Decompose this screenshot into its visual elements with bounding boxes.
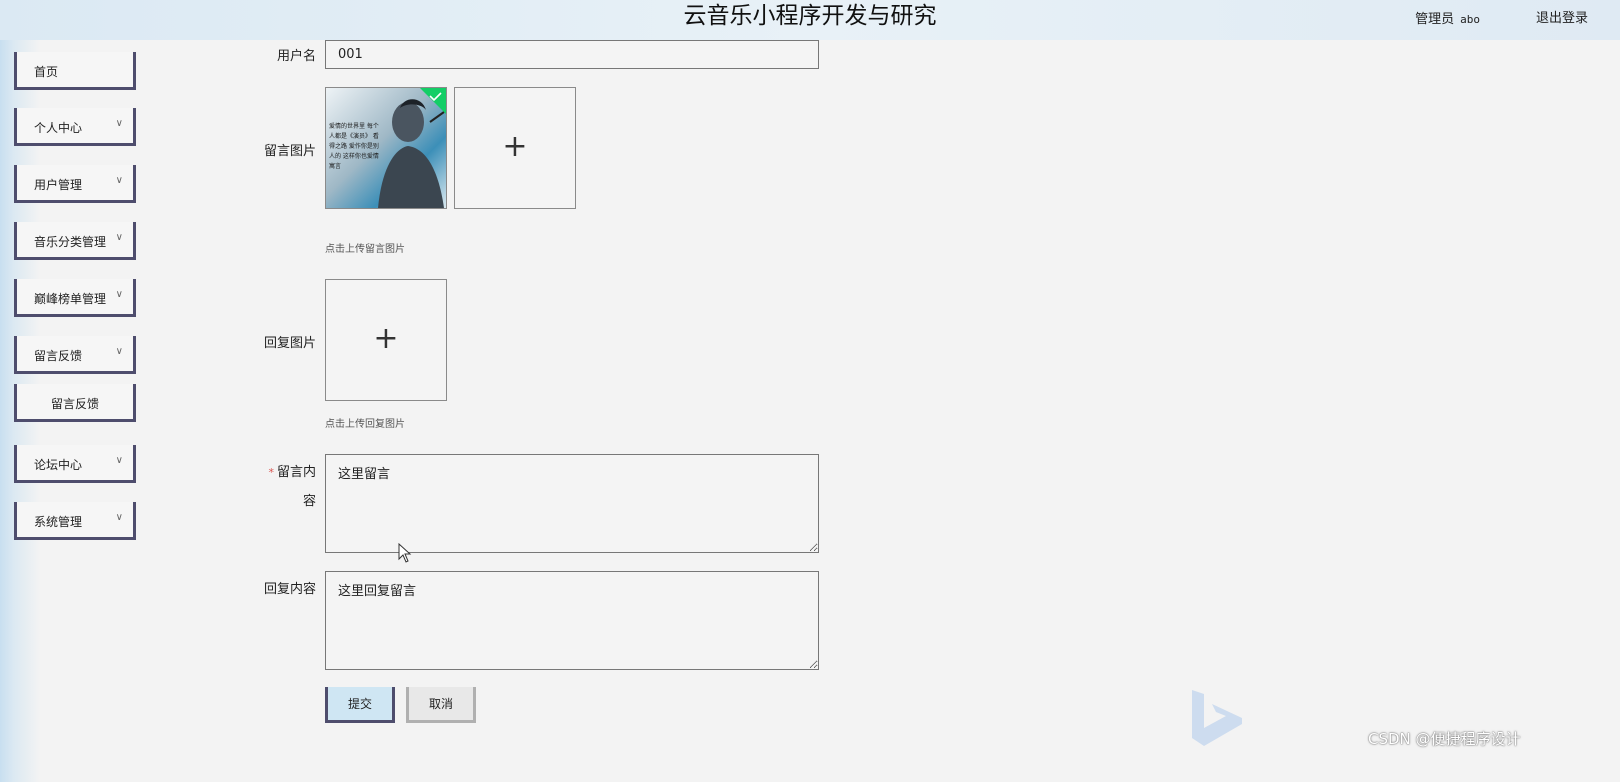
plus-icon: + bbox=[502, 129, 528, 164]
feedback-form: 用户名 留言图片 bbox=[240, 40, 1560, 782]
user-info: 管理员 abo bbox=[1415, 8, 1480, 27]
sidebar-item-label: 论坛中心 bbox=[34, 458, 83, 472]
sidebar-item-label: 首页 bbox=[34, 65, 59, 79]
sidebar-item-label: 留言反馈 bbox=[50, 397, 99, 411]
message-content-textarea[interactable]: 这里留言 bbox=[325, 454, 819, 553]
reply-image-upload-button[interactable]: + bbox=[325, 279, 447, 401]
plus-icon: + bbox=[373, 321, 399, 356]
reply-content-label: 回复内容 bbox=[263, 582, 316, 597]
sidebar-item-forum[interactable]: 论坛中心 ∨ bbox=[14, 445, 136, 483]
reply-image-hint: 点击上传回复图片 bbox=[325, 419, 405, 430]
uploaded-photo-caption: 爱情的世界里 每个人都是《演员》 看得之路 爱作你是别人的 这样你也爱情寓言 bbox=[329, 123, 379, 170]
sidebar-subitem-feedback[interactable]: 留言反馈 bbox=[14, 384, 136, 422]
submit-button[interactable]: 提交 bbox=[325, 687, 395, 723]
sidebar-item-label: 音乐分类管理 bbox=[34, 235, 107, 249]
username-label: 用户名 bbox=[276, 49, 316, 64]
user-role: 管理员 bbox=[1415, 12, 1455, 27]
message-image-upload-button[interactable]: + bbox=[454, 87, 576, 209]
message-content-label-line1: 留言内 bbox=[276, 465, 316, 480]
sidebar-item-music-category[interactable]: 音乐分类管理 ∨ bbox=[14, 222, 136, 260]
chevron-down-icon: ∨ bbox=[115, 232, 123, 243]
sidebar-item-personal-center[interactable]: 个人中心 ∨ bbox=[14, 108, 136, 146]
reply-content-textarea[interactable]: 这里回复留言 bbox=[325, 571, 819, 670]
sidebar-item-user-management[interactable]: 用户管理 ∨ bbox=[14, 165, 136, 203]
top-bar: 云音乐小程序开发与研究 管理员 abo 退出登录 bbox=[0, 0, 1620, 40]
cancel-button[interactable]: 取消 bbox=[406, 687, 476, 723]
sidebar-item-label: 巅峰榜单管理 bbox=[34, 292, 107, 306]
username-input[interactable] bbox=[325, 40, 819, 69]
message-content-label-line2: 容 bbox=[302, 494, 316, 509]
uploaded-message-image[interactable]: 爱情的世界里 每个人都是《演员》 看得之路 爱作你是别人的 这样你也爱情寓言 bbox=[325, 87, 447, 209]
message-image-hint: 点击上传留言图片 bbox=[325, 244, 405, 255]
message-image-label: 留言图片 bbox=[263, 144, 316, 159]
sidebar-item-feedback[interactable]: 留言反馈 ∨ bbox=[14, 336, 136, 374]
logout-link[interactable]: 退出登录 bbox=[1536, 7, 1588, 26]
user-name: abo bbox=[1460, 13, 1480, 26]
sidebar-item-label: 留言反馈 bbox=[34, 349, 83, 363]
watermark: CSDN @便捷程序设计 bbox=[1368, 730, 1521, 748]
message-content-label: * 留言内 bbox=[240, 461, 316, 480]
chevron-down-icon: ∨ bbox=[115, 346, 123, 357]
chevron-down-icon: ∨ bbox=[115, 455, 123, 466]
chevron-down-icon: ∨ bbox=[115, 175, 123, 186]
required-mark: * bbox=[268, 466, 274, 479]
bing-logo-icon bbox=[1192, 690, 1242, 746]
chevron-down-icon: ∨ bbox=[115, 118, 123, 129]
app-title: 云音乐小程序开发与研究 bbox=[683, 3, 937, 29]
sidebar-item-label: 用户管理 bbox=[34, 178, 83, 192]
mouse-cursor-icon bbox=[398, 543, 412, 563]
sidebar-item-top-charts[interactable]: 巅峰榜单管理 ∨ bbox=[14, 279, 136, 317]
sidebar-item-home[interactable]: 首页 bbox=[14, 52, 136, 90]
sidebar-item-label: 个人中心 bbox=[34, 121, 83, 135]
sidebar-item-label: 系统管理 bbox=[34, 515, 83, 529]
chevron-down-icon: ∨ bbox=[115, 289, 123, 300]
chevron-down-icon: ∨ bbox=[115, 512, 123, 523]
reply-image-label: 回复图片 bbox=[263, 336, 316, 351]
sidebar-item-system[interactable]: 系统管理 ∨ bbox=[14, 502, 136, 540]
app-window: 云音乐小程序开发与研究 管理员 abo 退出登录 首页 个人中心 ∨ 用户管理 ∨… bbox=[0, 0, 1620, 782]
